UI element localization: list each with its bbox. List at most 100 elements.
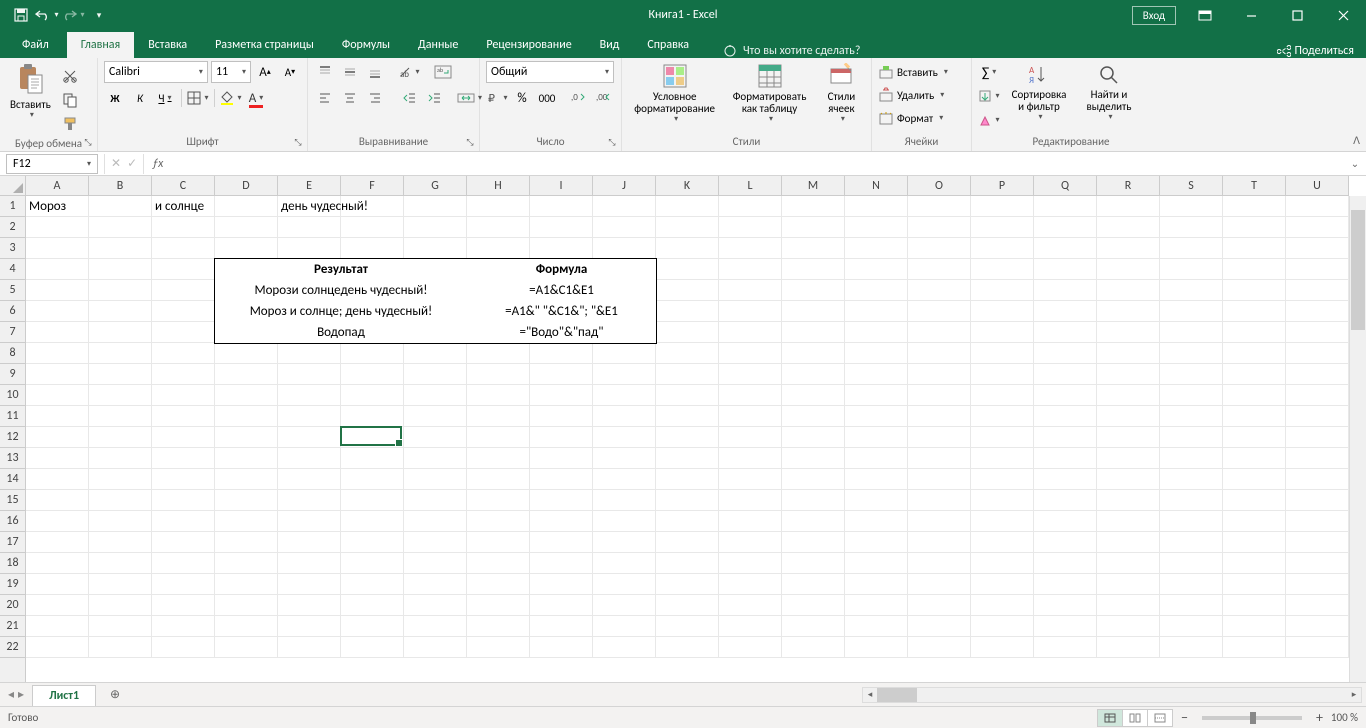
font-name-combo[interactable]: Calibri▾ bbox=[104, 61, 208, 83]
expand-fbar-icon[interactable]: ⌄ bbox=[1344, 157, 1366, 170]
autosum-icon[interactable]: ∑▾ bbox=[978, 61, 1000, 83]
tab-review[interactable]: Рецензирование bbox=[472, 32, 585, 58]
qat-customize-icon[interactable]: ▾ bbox=[86, 2, 112, 28]
align-middle-icon[interactable] bbox=[339, 61, 361, 83]
fill-icon[interactable]: ▾ bbox=[978, 85, 1000, 107]
percent-icon[interactable]: % bbox=[511, 87, 533, 109]
tell-me[interactable]: Что вы хотите сделать? bbox=[723, 44, 860, 58]
cell-I4[interactable]: Формула bbox=[467, 259, 656, 280]
zoom-slider[interactable] bbox=[1202, 716, 1302, 720]
view-page-layout-icon[interactable] bbox=[1122, 709, 1148, 727]
wrap-text-icon[interactable]: ab bbox=[432, 61, 454, 83]
share-button[interactable]: Поделиться bbox=[1277, 44, 1354, 58]
add-sheet-icon[interactable]: ⊕ bbox=[104, 684, 126, 706]
orientation-icon[interactable]: ab▾ bbox=[398, 61, 420, 83]
signin-button[interactable]: Вход bbox=[1132, 6, 1176, 25]
cell-D7[interactable]: Водопад bbox=[215, 322, 467, 343]
tab-formulas[interactable]: Формулы bbox=[328, 32, 404, 58]
tab-file[interactable]: Файл bbox=[4, 32, 67, 58]
cell-I6[interactable]: =A1&" "&C1&"; "&E1 bbox=[467, 301, 656, 322]
fill-color-icon[interactable]: ▾ bbox=[220, 87, 242, 109]
zoom-level[interactable]: 100 % bbox=[1331, 711, 1358, 724]
italic-button[interactable]: К bbox=[129, 87, 151, 109]
comma-icon[interactable]: 000 bbox=[536, 87, 558, 109]
spreadsheet-grid[interactable]: Морози солнцедень чудесный!РезультатФорм… bbox=[26, 196, 1366, 682]
number-dialog-icon[interactable]: ⤡ bbox=[605, 135, 619, 149]
accounting-icon[interactable]: ₽▾ bbox=[486, 87, 508, 109]
cell-I7[interactable]: ="Водо"&"пад" bbox=[467, 322, 656, 343]
grow-font-icon[interactable]: A▴ bbox=[254, 61, 276, 83]
number-format-combo[interactable]: Общий▾ bbox=[486, 61, 614, 83]
row-headers[interactable]: 12345678910111213141516171819202122 bbox=[0, 196, 26, 682]
enter-formula-icon[interactable]: ✓ bbox=[127, 156, 137, 171]
align-left-icon[interactable] bbox=[314, 87, 336, 109]
cell-E1[interactable]: день чудесный! bbox=[278, 196, 371, 217]
find-select-button[interactable]: Найти и выделить▾ bbox=[1078, 61, 1140, 124]
redo-icon[interactable]: ▾ bbox=[60, 2, 86, 28]
save-icon[interactable] bbox=[8, 2, 34, 28]
font-dialog-icon[interactable]: ⤡ bbox=[291, 135, 305, 149]
paste-button[interactable]: Вставить▾ bbox=[6, 61, 55, 122]
undo-icon[interactable]: ▾ bbox=[34, 2, 60, 28]
cell-C1[interactable]: и солнце bbox=[152, 196, 215, 217]
cell-styles-button[interactable]: Стили ячеек▾ bbox=[818, 61, 865, 126]
sheet-nav-next-icon[interactable]: ▸ bbox=[18, 687, 24, 702]
fx-icon[interactable]: ƒх bbox=[144, 157, 171, 171]
sheet-nav-prev-icon[interactable]: ◂ bbox=[8, 687, 14, 702]
format-as-table-button[interactable]: Форматировать как таблицу▾ bbox=[725, 61, 813, 126]
select-all-corner[interactable] bbox=[0, 176, 26, 196]
borders-icon[interactable]: ▾ bbox=[187, 87, 209, 109]
increase-decimal-icon[interactable]: ,0 bbox=[568, 87, 590, 109]
tab-layout[interactable]: Разметка страницы bbox=[201, 32, 328, 58]
cell-D5[interactable]: Морози солнцедень чудесный! bbox=[215, 280, 467, 301]
zoom-in-icon[interactable]: + bbox=[1316, 709, 1323, 726]
copy-icon[interactable] bbox=[59, 89, 81, 111]
horizontal-scrollbar[interactable]: ◂ ▸ bbox=[126, 687, 1366, 703]
view-normal-icon[interactable] bbox=[1097, 709, 1123, 727]
cell-A1[interactable]: Мороз bbox=[26, 196, 89, 217]
sheet-tab[interactable]: Лист1 bbox=[32, 685, 96, 706]
maximize-icon[interactable] bbox=[1274, 0, 1320, 30]
sort-filter-button[interactable]: АЯ Сортировка и фильтр▾ bbox=[1004, 61, 1074, 124]
tab-data[interactable]: Данные bbox=[404, 32, 472, 58]
close-icon[interactable] bbox=[1320, 0, 1366, 30]
tab-view[interactable]: Вид bbox=[586, 32, 634, 58]
cancel-formula-icon[interactable]: ✕ bbox=[111, 156, 121, 171]
cut-icon[interactable] bbox=[59, 65, 81, 87]
format-painter-icon[interactable] bbox=[59, 113, 81, 135]
collapse-ribbon-icon[interactable]: ᐱ bbox=[1353, 134, 1360, 147]
zoom-out-icon[interactable]: − bbox=[1181, 709, 1188, 726]
align-dialog-icon[interactable]: ⤡ bbox=[463, 135, 477, 149]
cell-I5[interactable]: =A1&C1&E1 bbox=[467, 280, 656, 301]
clear-icon[interactable]: ▾ bbox=[978, 109, 1000, 131]
underline-button[interactable]: Ч▾ bbox=[154, 87, 176, 109]
minimize-icon[interactable] bbox=[1228, 0, 1274, 30]
format-cells-button[interactable]: Формат▾ bbox=[878, 107, 948, 129]
merge-icon[interactable]: ▾ bbox=[457, 87, 482, 109]
align-center-icon[interactable] bbox=[339, 87, 361, 109]
cell-D6[interactable]: Мороз и солнце; день чудесный! bbox=[215, 301, 467, 322]
cell-D4[interactable]: Результат bbox=[215, 259, 467, 280]
conditional-formatting-button[interactable]: Условное форматирование▾ bbox=[628, 61, 721, 126]
shrink-font-icon[interactable]: A▾ bbox=[279, 61, 301, 83]
name-box[interactable]: F12▾ bbox=[6, 154, 98, 174]
tab-insert[interactable]: Вставка bbox=[134, 32, 201, 58]
delete-cells-button[interactable]: Удалить▾ bbox=[878, 84, 948, 106]
increase-indent-icon[interactable] bbox=[423, 87, 445, 109]
view-page-break-icon[interactable] bbox=[1147, 709, 1173, 727]
vertical-scrollbar[interactable] bbox=[1349, 196, 1366, 682]
formula-input[interactable] bbox=[171, 154, 1344, 174]
align-top-icon[interactable] bbox=[314, 61, 336, 83]
tab-home[interactable]: Главная bbox=[67, 32, 134, 58]
font-color-icon[interactable]: А▾ bbox=[245, 87, 267, 109]
decrease-indent-icon[interactable] bbox=[398, 87, 420, 109]
column-headers[interactable]: ABCDEFGHIJKLMNOPQRSTU bbox=[26, 176, 1349, 196]
clipboard-dialog-icon[interactable]: ⤡ bbox=[81, 135, 95, 149]
align-right-icon[interactable] bbox=[364, 87, 386, 109]
align-bottom-icon[interactable] bbox=[364, 61, 386, 83]
font-size-combo[interactable]: 11▾ bbox=[211, 61, 251, 83]
insert-cells-button[interactable]: Вставить▾ bbox=[878, 61, 948, 83]
tab-help[interactable]: Справка bbox=[633, 32, 703, 58]
bold-button[interactable]: Ж bbox=[104, 87, 126, 109]
decrease-decimal-icon[interactable]: ,00 bbox=[593, 87, 615, 109]
